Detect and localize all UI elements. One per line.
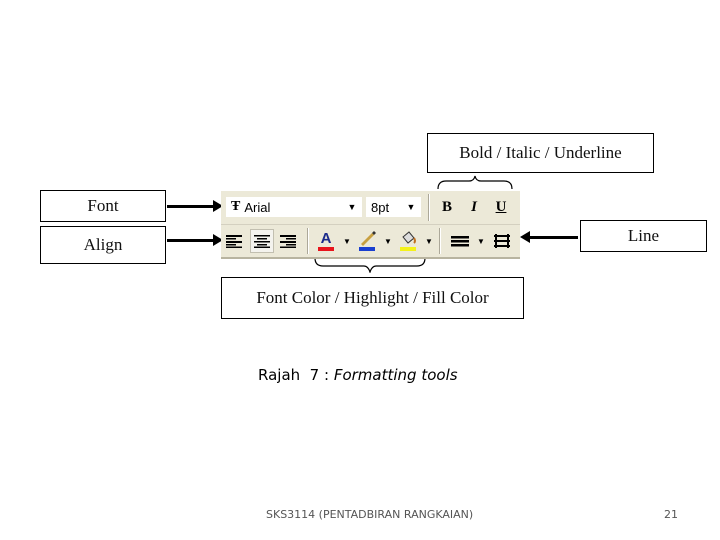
footer-course: SKS3114 (PENTADBIRAN RANGKAIAN) [266,508,474,521]
highlight-dropdown-icon[interactable]: ▼ [384,237,392,246]
label-font-color-highlight-fill: Font Color / Highlight / Fill Color [221,277,524,319]
separator [307,228,309,254]
label-text: Font [87,196,119,215]
caption-prefix: Rajah 7 : [258,366,334,384]
line-style-dropdown-icon[interactable]: ▼ [477,237,485,246]
figure-caption: Rajah 7 : Formatting tools [258,366,458,384]
arrow-align [167,234,223,246]
bold-button[interactable]: B [436,196,458,218]
label-text: Font Color / Highlight / Fill Color [256,288,489,307]
arrow-line [520,231,578,243]
font-name-combo[interactable]: Ŧ Arial ▼ [226,197,362,217]
paint-bucket-icon [402,231,416,244]
align-left-icon [226,235,242,248]
font-size-combo[interactable]: 8pt ▼ [366,197,421,217]
font-name-value: Arial [244,199,271,215]
line-style-icon [451,236,469,247]
highlight-pen-icon [361,231,376,246]
separator [428,194,430,221]
align-center-button[interactable] [250,229,274,253]
brace-bottom [314,257,426,273]
underline-button[interactable]: U [490,196,512,218]
label-text: Align [83,235,123,254]
italic-button[interactable]: I [463,196,485,218]
fill-color-button[interactable] [397,229,419,253]
label-font: Font [40,190,166,222]
chevron-down-icon[interactable]: ▼ [404,201,418,213]
font-size-value: 8pt [371,199,390,215]
truetype-font-icon: Ŧ [231,199,241,214]
highlight-swatch [359,247,375,251]
toolbar-row-font: Ŧ Arial ▼ 8pt ▼ B I U [221,191,520,225]
label-text: Line [627,226,660,245]
label-bold-italic-underline: Bold / Italic / Underline [427,133,654,173]
align-right-icon [280,235,296,248]
line-direction-button[interactable] [491,230,513,252]
align-right-button[interactable] [277,230,299,252]
font-color-swatch [318,247,334,251]
brace-top [437,175,513,190]
line-direction-icon [494,234,510,248]
separator [439,228,441,254]
line-style-button[interactable] [449,230,471,252]
fill-color-dropdown-icon[interactable]: ▼ [425,237,433,246]
font-color-button[interactable]: A [315,229,337,253]
font-color-icon: A [320,229,332,247]
toolbar-row-align: A ▼ ▼ ▼ ▼ [221,225,520,259]
page-number: 21 [664,508,678,521]
font-color-dropdown-icon[interactable]: ▼ [343,237,351,246]
align-center-icon [254,235,270,248]
highlight-button[interactable] [356,229,378,253]
chevron-down-icon[interactable]: ▼ [345,201,359,213]
align-left-button[interactable] [223,230,245,252]
fill-color-swatch [400,247,416,251]
label-line: Line [580,220,707,252]
label-text: Bold / Italic / Underline [459,143,622,162]
label-align: Align [40,226,166,264]
formatting-toolbar: Ŧ Arial ▼ 8pt ▼ B I U A ▼ ▼ ▼ ▼ [221,190,520,259]
caption-title: Formatting tools [333,366,458,384]
arrow-font [167,200,223,212]
